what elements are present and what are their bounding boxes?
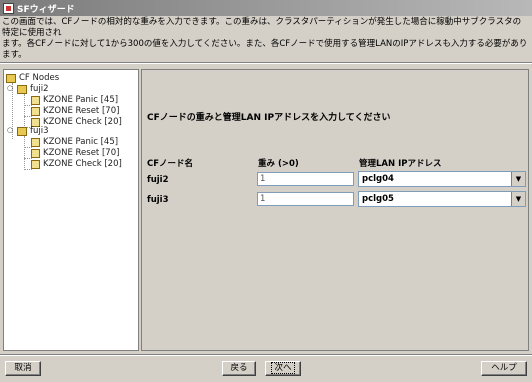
tree-leaf-fuji3-kzone-reset[interactable]: KZONE Reset [70] <box>31 148 119 158</box>
agent-icon <box>31 148 40 158</box>
back-button[interactable]: 戻る <box>222 361 256 376</box>
dropdown-arrow-icon[interactable]: ▼ <box>511 192 525 206</box>
folder-icon <box>6 73 16 83</box>
next-button[interactable]: 次へ <box>265 361 301 376</box>
title-bar: SFウィザード <box>0 0 532 16</box>
tree-node-fuji3[interactable]: fuji3 <box>17 126 49 136</box>
ip-address-value: pclg04 <box>362 174 394 184</box>
tree-root-label: CF Nodes <box>19 73 60 83</box>
agent-icon <box>31 137 40 147</box>
ip-address-select[interactable]: pclg04 ▼ <box>358 171 526 187</box>
tree-leaf-label: KZONE Reset [70] <box>43 106 120 116</box>
column-header-node: CFノード名 <box>147 159 194 169</box>
tree-node-label: fuji2 <box>30 84 49 94</box>
tree-leaf-fuji2-kzone-reset[interactable]: KZONE Reset [70] <box>31 106 119 116</box>
app-icon <box>3 2 14 14</box>
tree-leaf-label: KZONE Check [20] <box>43 159 122 169</box>
agent-icon <box>31 159 40 169</box>
ip-address-value: pclg05 <box>362 194 394 204</box>
row-node-name: fuji2 <box>147 175 169 185</box>
agent-icon <box>31 95 40 105</box>
weight-input[interactable]: 1 <box>257 172 354 186</box>
tree-leaf-label: KZONE Panic [45] <box>43 137 119 147</box>
tree-leaf-fuji3-kzone-panic[interactable]: KZONE Panic [45] <box>31 137 118 147</box>
description-line-1: この画面では、CFノードの相対的な重みを入力できます。この重みは、クラスタパーテ… <box>2 17 522 38</box>
tree-node-label: fuji3 <box>30 126 49 136</box>
tree-root-cf-nodes[interactable]: CF Nodes <box>6 73 59 83</box>
expand-toggle-icon[interactable]: ○ <box>7 126 13 134</box>
row-node-name: fuji3 <box>147 195 169 205</box>
bottom-divider <box>0 354 532 356</box>
window-title: SFウィザード <box>17 4 75 15</box>
description: この画面では、CFノードの相対的な重みを入力できます。この重みは、クラスタパーテ… <box>2 17 528 61</box>
tree-leaf-fuji2-kzone-panic[interactable]: KZONE Panic [45] <box>31 95 118 105</box>
folder-icon <box>17 84 27 94</box>
tree-leaf-fuji3-kzone-check[interactable]: KZONE Check [20] <box>31 159 122 169</box>
weight-input[interactable]: 1 <box>257 192 354 206</box>
description-line-2: ます。各CFノードに対して1から300の値を入力してください。また、各CFノード… <box>2 39 528 60</box>
page-heading: CFノードの重みと管理LAN IPアドレスを入力してください <box>147 113 391 123</box>
cf-node-tree[interactable]: CF Nodes ○ fuji2 KZONE Panic [45] KZONE … <box>3 69 139 351</box>
tree-leaf-label: KZONE Panic [45] <box>43 95 119 105</box>
column-header-ip: 管理LAN IPアドレス <box>359 159 442 169</box>
tree-leaf-label: KZONE Check [20] <box>43 117 122 127</box>
expand-toggle-icon[interactable]: ○ <box>7 84 13 92</box>
ip-address-select[interactable]: pclg05 ▼ <box>358 191 526 207</box>
cancel-button[interactable]: 取消 <box>5 361 41 376</box>
tree-leaf-label: KZONE Reset [70] <box>43 148 120 158</box>
agent-icon <box>31 106 40 116</box>
dropdown-arrow-icon[interactable]: ▼ <box>511 172 525 186</box>
content-panel: CFノードの重みと管理LAN IPアドレスを入力してください CFノード名 重み… <box>141 69 529 351</box>
column-header-weight: 重み (>0) <box>258 159 299 169</box>
top-divider <box>0 62 532 64</box>
help-button[interactable]: ヘルプ <box>481 361 527 376</box>
folder-icon <box>17 126 27 136</box>
tree-node-fuji2[interactable]: fuji2 <box>17 84 49 94</box>
